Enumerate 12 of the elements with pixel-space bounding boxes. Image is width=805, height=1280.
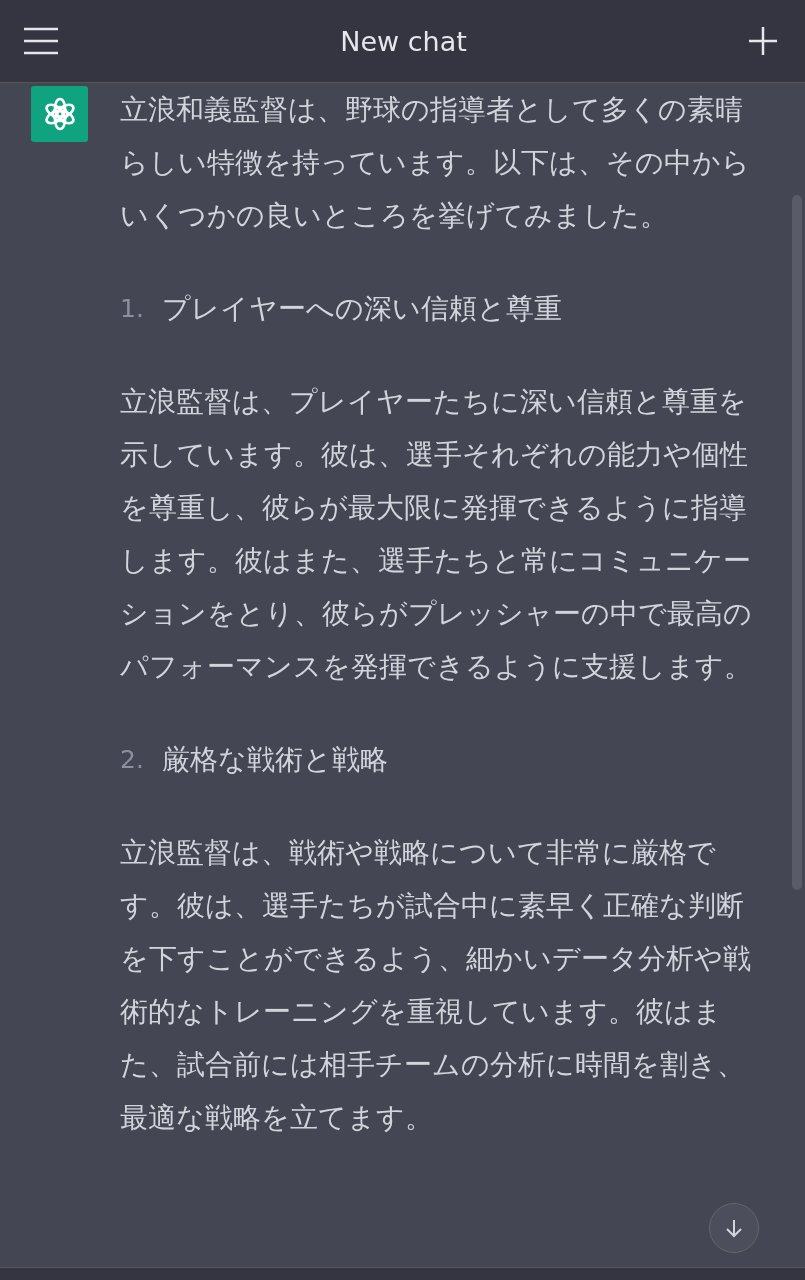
chat-title: New chat: [340, 25, 467, 57]
message-paragraph: 立浪監督は、戦術や戦略について非常に厳格です。彼は、選手たちが試合中に素早く正確な判断を下すことができるよう、細かいデータ分析や戦術的なトレーニングを重視しています。彼はまた、試合前には相手チームの分析に時間を割き、最適な戦略を立てます。: [120, 835, 752, 1136]
message-paragraph: 立浪和義監督は、野球の指導者として多くの素晴らしい特徴を持っています。以下は、その中からいくつかの良いところを挙げてみました。: [120, 92, 751, 234]
scroll-down-button[interactable]: [709, 1203, 759, 1253]
list-heading: 厳格な戦術と戦略: [161, 742, 388, 778]
new-chat-icon[interactable]: [747, 25, 779, 57]
list-heading: プレイヤーへの深い信頼と尊重: [161, 291, 562, 327]
arrow-down-icon: [723, 1217, 745, 1239]
message-paragraph: 立浪監督は、プレイヤーたちに深い信頼と尊重を示しています。彼は、選手それぞれの能力や個性を尊重し、彼らが最大限に発揮できるように指導します。彼はまた、選手たちと常にコミュニケーションをとり、彼らがプレッシャーの中で最高のパフォーマンスを発揮できるように支援します。: [120, 384, 753, 685]
list-number: 1.: [120, 293, 144, 325]
menu-icon[interactable]: [22, 26, 60, 56]
list-number: 2.: [120, 744, 144, 776]
